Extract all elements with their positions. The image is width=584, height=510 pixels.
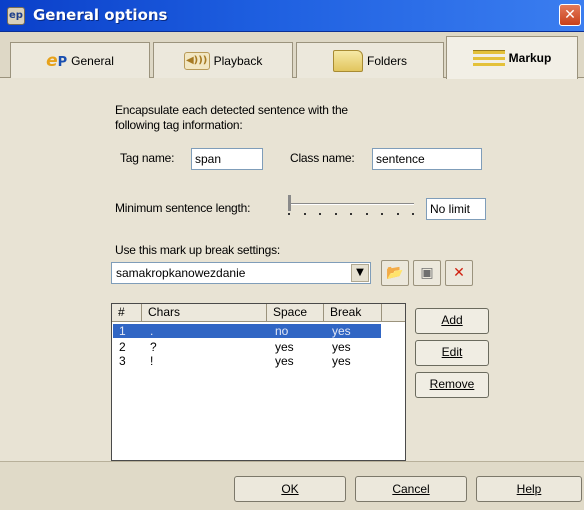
slider-tick (381, 213, 383, 215)
break-settings-label: Use this mark up break settings: (115, 243, 281, 257)
intro-text-line2: following tag information: (115, 118, 243, 132)
column-header-num[interactable]: # (112, 304, 142, 322)
class-name-label: Class name: (290, 151, 355, 165)
edit-button[interactable]: Edit (415, 340, 489, 366)
min-length-value: No limit (426, 198, 486, 220)
table-row[interactable]: 1 . no yes (113, 324, 381, 338)
break-settings-select[interactable]: samakropkanowezdanie ▼ (111, 262, 371, 284)
tab-markup[interactable]: Markup (446, 36, 578, 79)
add-button[interactable]: Add (415, 308, 489, 334)
row-break: yes (332, 324, 351, 338)
min-length-label: Minimum sentence length: (115, 201, 251, 215)
row-chars: ? (150, 340, 157, 354)
row-chars: ! (150, 354, 154, 368)
ok-button[interactable]: OK (234, 476, 346, 502)
row-break: yes (332, 354, 351, 368)
button-bar: OK Cancel Help (0, 461, 584, 510)
tab-playback-label: Playback (213, 53, 263, 68)
slider-tick (412, 213, 414, 215)
slider-tick (350, 213, 352, 215)
open-folder-icon: 📂 (386, 265, 404, 281)
slider-tick (335, 213, 337, 215)
row-chars: . (150, 324, 154, 338)
column-header-break[interactable]: Break (324, 304, 382, 322)
cancel-button[interactable]: Cancel (355, 476, 467, 502)
close-button[interactable]: ✕ (559, 4, 581, 26)
slider-tick (397, 213, 399, 215)
slider-tick (319, 213, 321, 215)
markup-panel: Encapsulate each detected sentence with … (8, 79, 576, 461)
table-header: # Chars Space Break (112, 304, 405, 322)
row-space: yes (275, 354, 294, 368)
open-folder-button[interactable]: 📂 (381, 260, 409, 286)
tag-name-label: Tag name: (120, 151, 175, 165)
edit-button-label: Edit (441, 345, 463, 359)
help-button-label: Help (516, 482, 542, 496)
tab-general[interactable]: eP General (10, 42, 150, 78)
tab-general-label: General (71, 53, 114, 68)
slider-tick (366, 213, 368, 215)
column-header-space[interactable]: Space (267, 304, 324, 322)
cancel-button-label: Cancel (392, 482, 430, 496)
table-row[interactable]: 3 ! yes yes (113, 354, 381, 368)
tab-markup-label: Markup (508, 51, 552, 65)
ok-button-label: OK (281, 482, 299, 496)
break-chars-table[interactable]: # Chars Space Break 1 . no yes 2 ? yes y… (111, 303, 406, 461)
table-row[interactable]: 2 ? yes yes (113, 340, 381, 354)
tab-folders[interactable]: Folders (296, 42, 444, 78)
save-button[interactable]: ▣ (413, 260, 441, 286)
row-space: yes (275, 340, 294, 354)
delete-x-icon: ✕ (453, 265, 465, 281)
break-settings-value: samakropkanowezdanie (116, 266, 246, 280)
slider-tick (304, 213, 306, 215)
slider-track (288, 203, 414, 205)
row-num: 3 (119, 354, 126, 368)
window-title: General options (33, 6, 168, 24)
title-bar: ep General options ✕ (0, 0, 584, 32)
column-header-chars[interactable]: Chars (142, 304, 267, 322)
add-button-label: Add (441, 313, 463, 327)
save-disk-icon: ▣ (420, 265, 434, 281)
markup-icon (472, 50, 505, 66)
remove-button-label: Remove (429, 377, 475, 391)
help-button[interactable]: Help (476, 476, 582, 502)
remove-button[interactable]: Remove (415, 372, 489, 398)
delete-button[interactable]: ✕ (445, 260, 473, 286)
tag-name-input[interactable]: span (191, 148, 263, 170)
row-num: 1 (119, 324, 126, 338)
folder-icon (332, 49, 363, 72)
app-logo-icon: ep (7, 7, 25, 25)
tab-folders-label: Folders (366, 53, 407, 68)
ep-logo-icon: eP (46, 50, 68, 71)
tab-strip: eP General ◀))) Playback Folders Markup (0, 32, 584, 79)
chevron-down-icon[interactable]: ▼ (351, 264, 369, 282)
row-space: no (275, 324, 289, 338)
slider-thumb[interactable] (288, 195, 291, 211)
slider-tick (288, 213, 290, 215)
min-length-slider[interactable] (288, 195, 416, 219)
row-break: yes (332, 340, 351, 354)
tab-playback[interactable]: ◀))) Playback (153, 42, 293, 78)
row-num: 2 (119, 340, 126, 354)
intro-text-line1: Encapsulate each detected sentence with … (115, 103, 348, 117)
speaker-icon: ◀))) (183, 51, 210, 70)
class-name-input[interactable]: sentence (372, 148, 482, 170)
